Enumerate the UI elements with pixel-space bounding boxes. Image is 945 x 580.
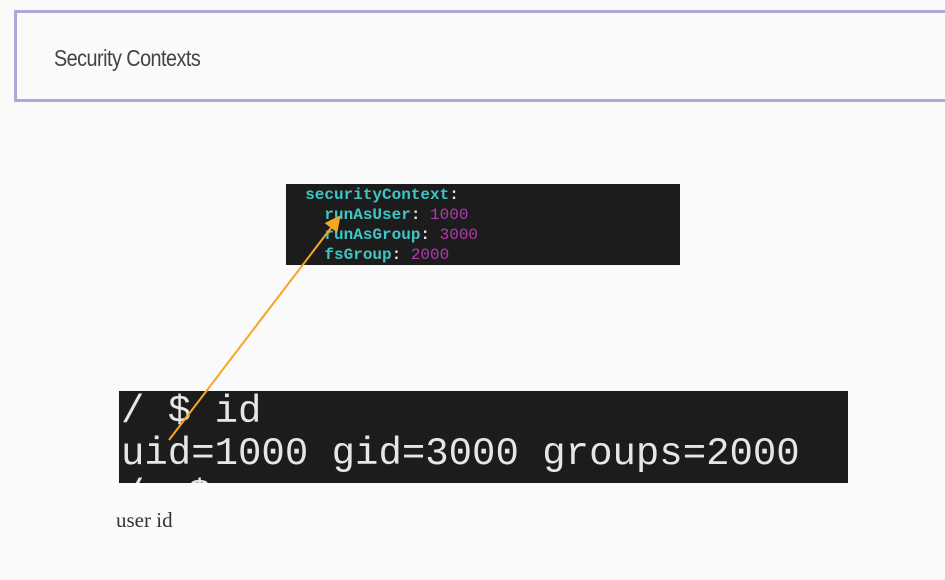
yaml-entry-line: fsGroup: 2000 [324,246,450,264]
yaml-value-fs-group: 2000 [410,246,450,264]
title-banner: Security Contexts [14,10,945,102]
caption-user-id: user id [116,508,173,532]
yaml-entry-line: runAsUser: 1000 [324,206,469,224]
yaml-root-key: securityContext [305,186,450,204]
slide: Security Contexts securityContext: runAs… [0,0,945,580]
yaml-code-block: securityContext: runAsUser: 1000 runAsGr… [286,184,680,265]
yaml-value-run-as-user: 1000 [430,206,469,224]
yaml-key-run-as-group: runAsGroup [324,226,421,244]
yaml-key-fs-group: fsGroup [324,246,392,264]
terminal-screenshot: / $ id uid=1000 gid=3000 groups=2000 / $ [119,391,848,483]
yaml-root-line: securityContext: [305,186,459,204]
yaml-entry-line: runAsGroup: 3000 [324,226,479,244]
terminal-partial-line: / $ [119,475,848,483]
slide-title: Security Contexts [54,45,201,71]
terminal-prompt-line: / $ id [121,391,262,434]
terminal-output-line: uid=1000 gid=3000 groups=2000 [121,432,800,476]
yaml-key-run-as-user: runAsUser [324,206,411,224]
yaml-value-run-as-group: 3000 [439,226,479,244]
